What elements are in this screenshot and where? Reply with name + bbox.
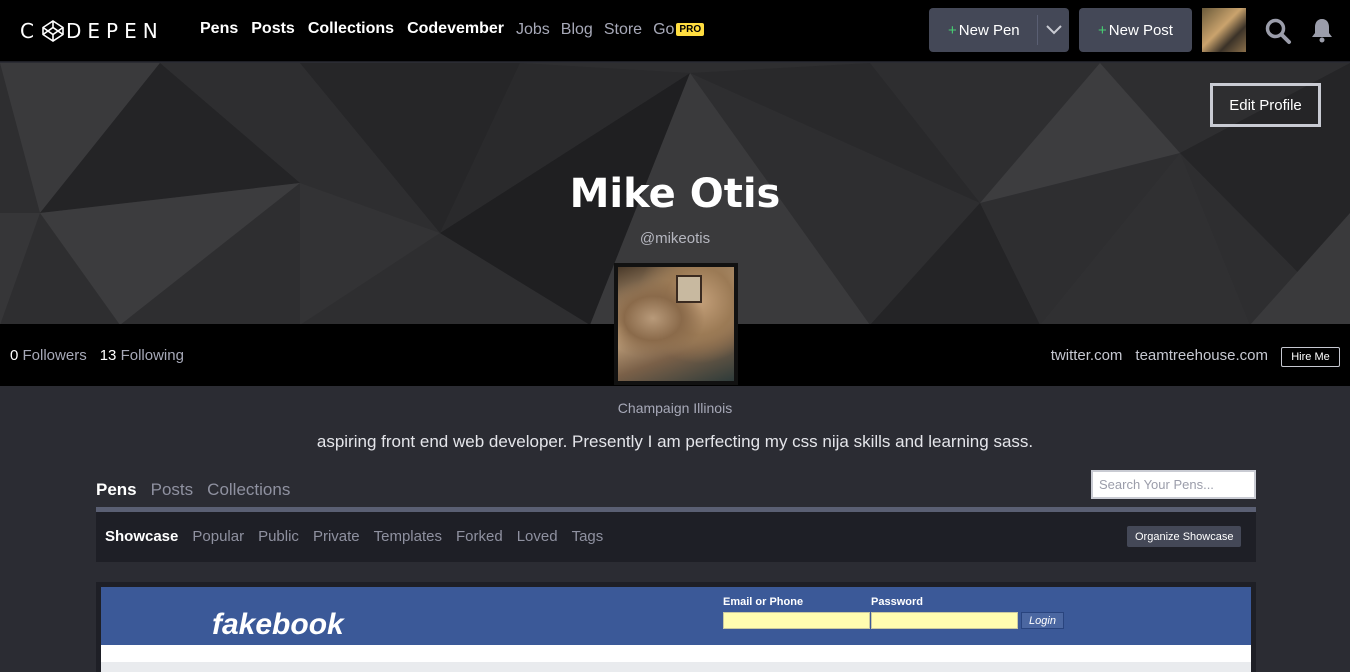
following-link[interactable]: 13 Following xyxy=(100,347,184,364)
pro-badge: PRO xyxy=(676,23,705,36)
new-pen-dropdown-button[interactable] xyxy=(1038,25,1069,35)
followers-label: Followers xyxy=(22,347,87,364)
hire-me-button[interactable]: Hire Me xyxy=(1281,347,1340,367)
profile-photo xyxy=(618,267,734,381)
preview-body xyxy=(101,645,1251,662)
new-pen-label: New Pen xyxy=(958,21,1020,39)
profile-avatar xyxy=(614,263,738,385)
nav-collections[interactable]: Collections xyxy=(308,20,394,38)
filter-forked[interactable]: Forked xyxy=(456,528,503,545)
notifications-button[interactable] xyxy=(1310,17,1334,48)
pen-preview[interactable]: fakebook Email or Phone Password Login xyxy=(101,587,1251,672)
search-icon xyxy=(1265,18,1291,44)
pen-filter-list: Showcase Popular Public Private Template… xyxy=(105,528,603,545)
main-links: Pens Posts Collections Codevember xyxy=(200,20,504,38)
pen-card[interactable]: fakebook Email or Phone Password Login xyxy=(96,582,1256,672)
nav-posts[interactable]: Posts xyxy=(251,20,295,38)
plus-icon: + xyxy=(948,21,957,39)
preview-password-label: Password xyxy=(871,596,923,608)
edit-profile-button[interactable]: Edit Profile xyxy=(1210,83,1321,127)
nav-pens[interactable]: Pens xyxy=(200,20,238,38)
search-button[interactable] xyxy=(1264,17,1292,50)
following-count: 13 xyxy=(99,347,117,364)
secondary-links: Jobs Blog Store Go PRO xyxy=(516,21,705,39)
profile-location: Champaign Illinois xyxy=(617,400,733,416)
tab-posts[interactable]: Posts xyxy=(151,480,194,500)
nav-go-pro[interactable]: Go PRO xyxy=(653,21,705,39)
organize-showcase-button[interactable]: Organize Showcase xyxy=(1127,526,1242,547)
new-post-label: New Post xyxy=(1108,21,1173,39)
filter-showcase[interactable]: Showcase xyxy=(105,528,178,545)
preview-email-field xyxy=(723,612,870,629)
preview-login-button: Login xyxy=(1021,612,1064,629)
followers-count: 0 xyxy=(10,347,19,364)
filter-templates[interactable]: Templates xyxy=(374,528,442,545)
new-pen-button-group: + New Pen xyxy=(929,8,1069,52)
profile-bio: aspiring front end web developer. Presen… xyxy=(316,432,1034,451)
tab-pens[interactable]: Pens xyxy=(96,480,137,500)
filter-private[interactable]: Private xyxy=(313,528,360,545)
tab-collections[interactable]: Collections xyxy=(207,480,290,500)
follow-stats: 0 Followers 13 Following xyxy=(10,347,184,364)
following-label: Following xyxy=(120,347,184,364)
nav-store[interactable]: Store xyxy=(604,21,642,39)
link-treehouse[interactable]: teamtreehouse.com xyxy=(1135,347,1268,364)
nav-jobs[interactable]: Jobs xyxy=(516,21,550,39)
pen-filter-bar: Showcase Popular Public Private Template… xyxy=(96,512,1256,562)
profile-name: Mike Otis xyxy=(569,171,781,217)
preview-email-label: Email or Phone xyxy=(723,596,804,608)
filter-popular[interactable]: Popular xyxy=(192,528,244,545)
photo-frame-detail xyxy=(676,275,702,303)
filter-tags[interactable]: Tags xyxy=(572,528,604,545)
new-post-button[interactable]: + New Post xyxy=(1079,8,1192,52)
profile-handle: @mikeotis xyxy=(639,230,711,247)
preview-logo: fakebook xyxy=(212,608,344,641)
go-label: Go xyxy=(653,21,675,38)
nav-codevember[interactable]: Codevember xyxy=(407,20,504,38)
codepen-logo[interactable]: C DEPEN xyxy=(20,18,164,44)
new-pen-button[interactable]: + New Pen xyxy=(929,22,1037,39)
logo-letter-c: C xyxy=(20,19,40,43)
search-pens-input[interactable] xyxy=(1091,470,1256,499)
content-tabs: Pens Posts Collections xyxy=(96,480,290,500)
nav-blog[interactable]: Blog xyxy=(561,21,593,39)
followers-link[interactable]: 0 Followers xyxy=(10,347,87,364)
top-nav: C DEPEN Pens Posts Collections Codevembe… xyxy=(0,0,1350,62)
logo-letters-depen: DEPEN xyxy=(65,19,164,43)
user-avatar[interactable] xyxy=(1202,8,1246,52)
link-twitter[interactable]: twitter.com xyxy=(1051,347,1123,364)
filter-loved[interactable]: Loved xyxy=(517,528,558,545)
chevron-down-icon xyxy=(1045,25,1062,35)
filter-public[interactable]: Public xyxy=(258,528,299,545)
plus-icon: + xyxy=(1098,21,1107,39)
bell-icon xyxy=(1312,19,1332,43)
profile-links: twitter.com teamtreehouse.com xyxy=(1051,347,1268,364)
preview-password-field xyxy=(871,612,1018,629)
codepen-cube-icon xyxy=(42,20,64,42)
